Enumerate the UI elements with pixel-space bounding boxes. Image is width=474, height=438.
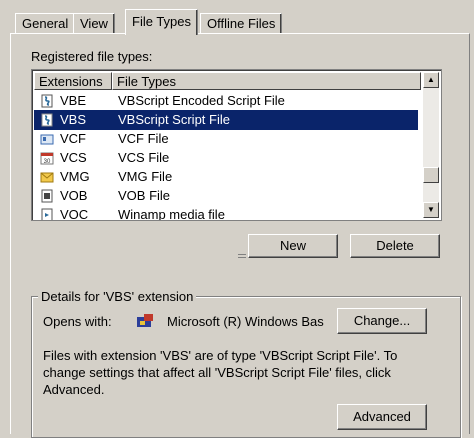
change-button[interactable]: Change... [337, 308, 427, 334]
extension-cell: VMG [60, 169, 90, 184]
scroll-down-button[interactable]: ▼ [423, 202, 439, 218]
delete-button[interactable]: Delete [350, 234, 440, 258]
button-label: Advanced [353, 409, 411, 424]
extension-cell: VBS [60, 112, 87, 127]
list-item[interactable]: VBE VBScript Encoded Script File [34, 91, 418, 111]
column-header-label: File Types [117, 74, 177, 89]
window-edge [0, 0, 8, 432]
file-type-cell: Winamp media file [118, 207, 225, 221]
script-icon [41, 113, 53, 127]
tab-label: Offline Files [207, 16, 276, 31]
file-type-cell: VMG File [118, 169, 173, 184]
file-type-cell: VCS File [118, 150, 170, 165]
new-button[interactable]: New [248, 234, 338, 258]
column-header-file-types[interactable]: File Types [112, 72, 421, 90]
list-item[interactable]: VOC Winamp media file [34, 205, 418, 221]
extension-cell: VCS [60, 150, 87, 165]
opens-with-value: Microsoft (R) Windows Bas [167, 314, 324, 329]
list-item-selected[interactable]: VBS VBScript Script File [34, 110, 418, 130]
tab-offline-files[interactable]: Offline Files [200, 13, 283, 34]
file-type-cell: VBScript Script File [118, 112, 230, 127]
button-label: New [279, 238, 306, 253]
script-icon [41, 94, 53, 108]
calendar-icon: 30 [40, 152, 54, 165]
tab-view[interactable]: View [73, 13, 115, 34]
tab-label: View [80, 16, 108, 31]
scroll-thumb[interactable] [423, 167, 439, 183]
scroll-up-button[interactable]: ▲ [423, 72, 439, 88]
column-header-extensions[interactable]: Extensions [34, 72, 112, 90]
list-item[interactable]: 30 VCS VCS File [34, 148, 418, 168]
advanced-button[interactable]: Advanced [337, 404, 427, 430]
tab-file-types[interactable]: File Types [125, 9, 199, 35]
file-type-cell: VCF File [118, 131, 169, 146]
extension-cell: VOB [60, 188, 88, 203]
tab-label: General [22, 16, 69, 31]
details-group-title: Details for 'VBS' extension [38, 289, 197, 304]
registered-types-label: Registered file types: [31, 49, 153, 64]
button-label: Change... [353, 313, 411, 328]
tab-label: File Types [132, 14, 192, 29]
file-types-list[interactable]: Extensions File Types VBE VBScript Encod… [31, 69, 442, 221]
file-type-cell: VOB File [118, 188, 171, 203]
media-file-icon [41, 208, 53, 220]
film-icon [41, 189, 53, 203]
svg-text:30: 30 [44, 159, 51, 165]
list-item[interactable]: VMG VMG File [34, 167, 418, 187]
resize-grip-icon [238, 254, 246, 258]
extension-cell: VBE [60, 93, 87, 108]
list-scrollbar[interactable]: ▲ ▼ [423, 72, 439, 218]
extension-cell: VOC [60, 207, 89, 221]
vcard-icon [40, 134, 54, 145]
envelope-icon [40, 172, 54, 183]
file-type-cell: VBScript Encoded Script File [118, 93, 285, 108]
list-item[interactable]: VCF VCF File [34, 129, 418, 149]
opens-with-label: Opens with: [43, 314, 112, 329]
application-icon [137, 314, 153, 327]
extension-cell: VCF [60, 131, 86, 146]
list-item[interactable]: VOB VOB File [34, 186, 418, 206]
column-header-label: Extensions [39, 74, 103, 89]
tab-general[interactable]: General [15, 13, 76, 34]
button-label: Delete [376, 238, 414, 253]
details-description: Files with extension 'VBS' are of type '… [43, 348, 398, 397]
